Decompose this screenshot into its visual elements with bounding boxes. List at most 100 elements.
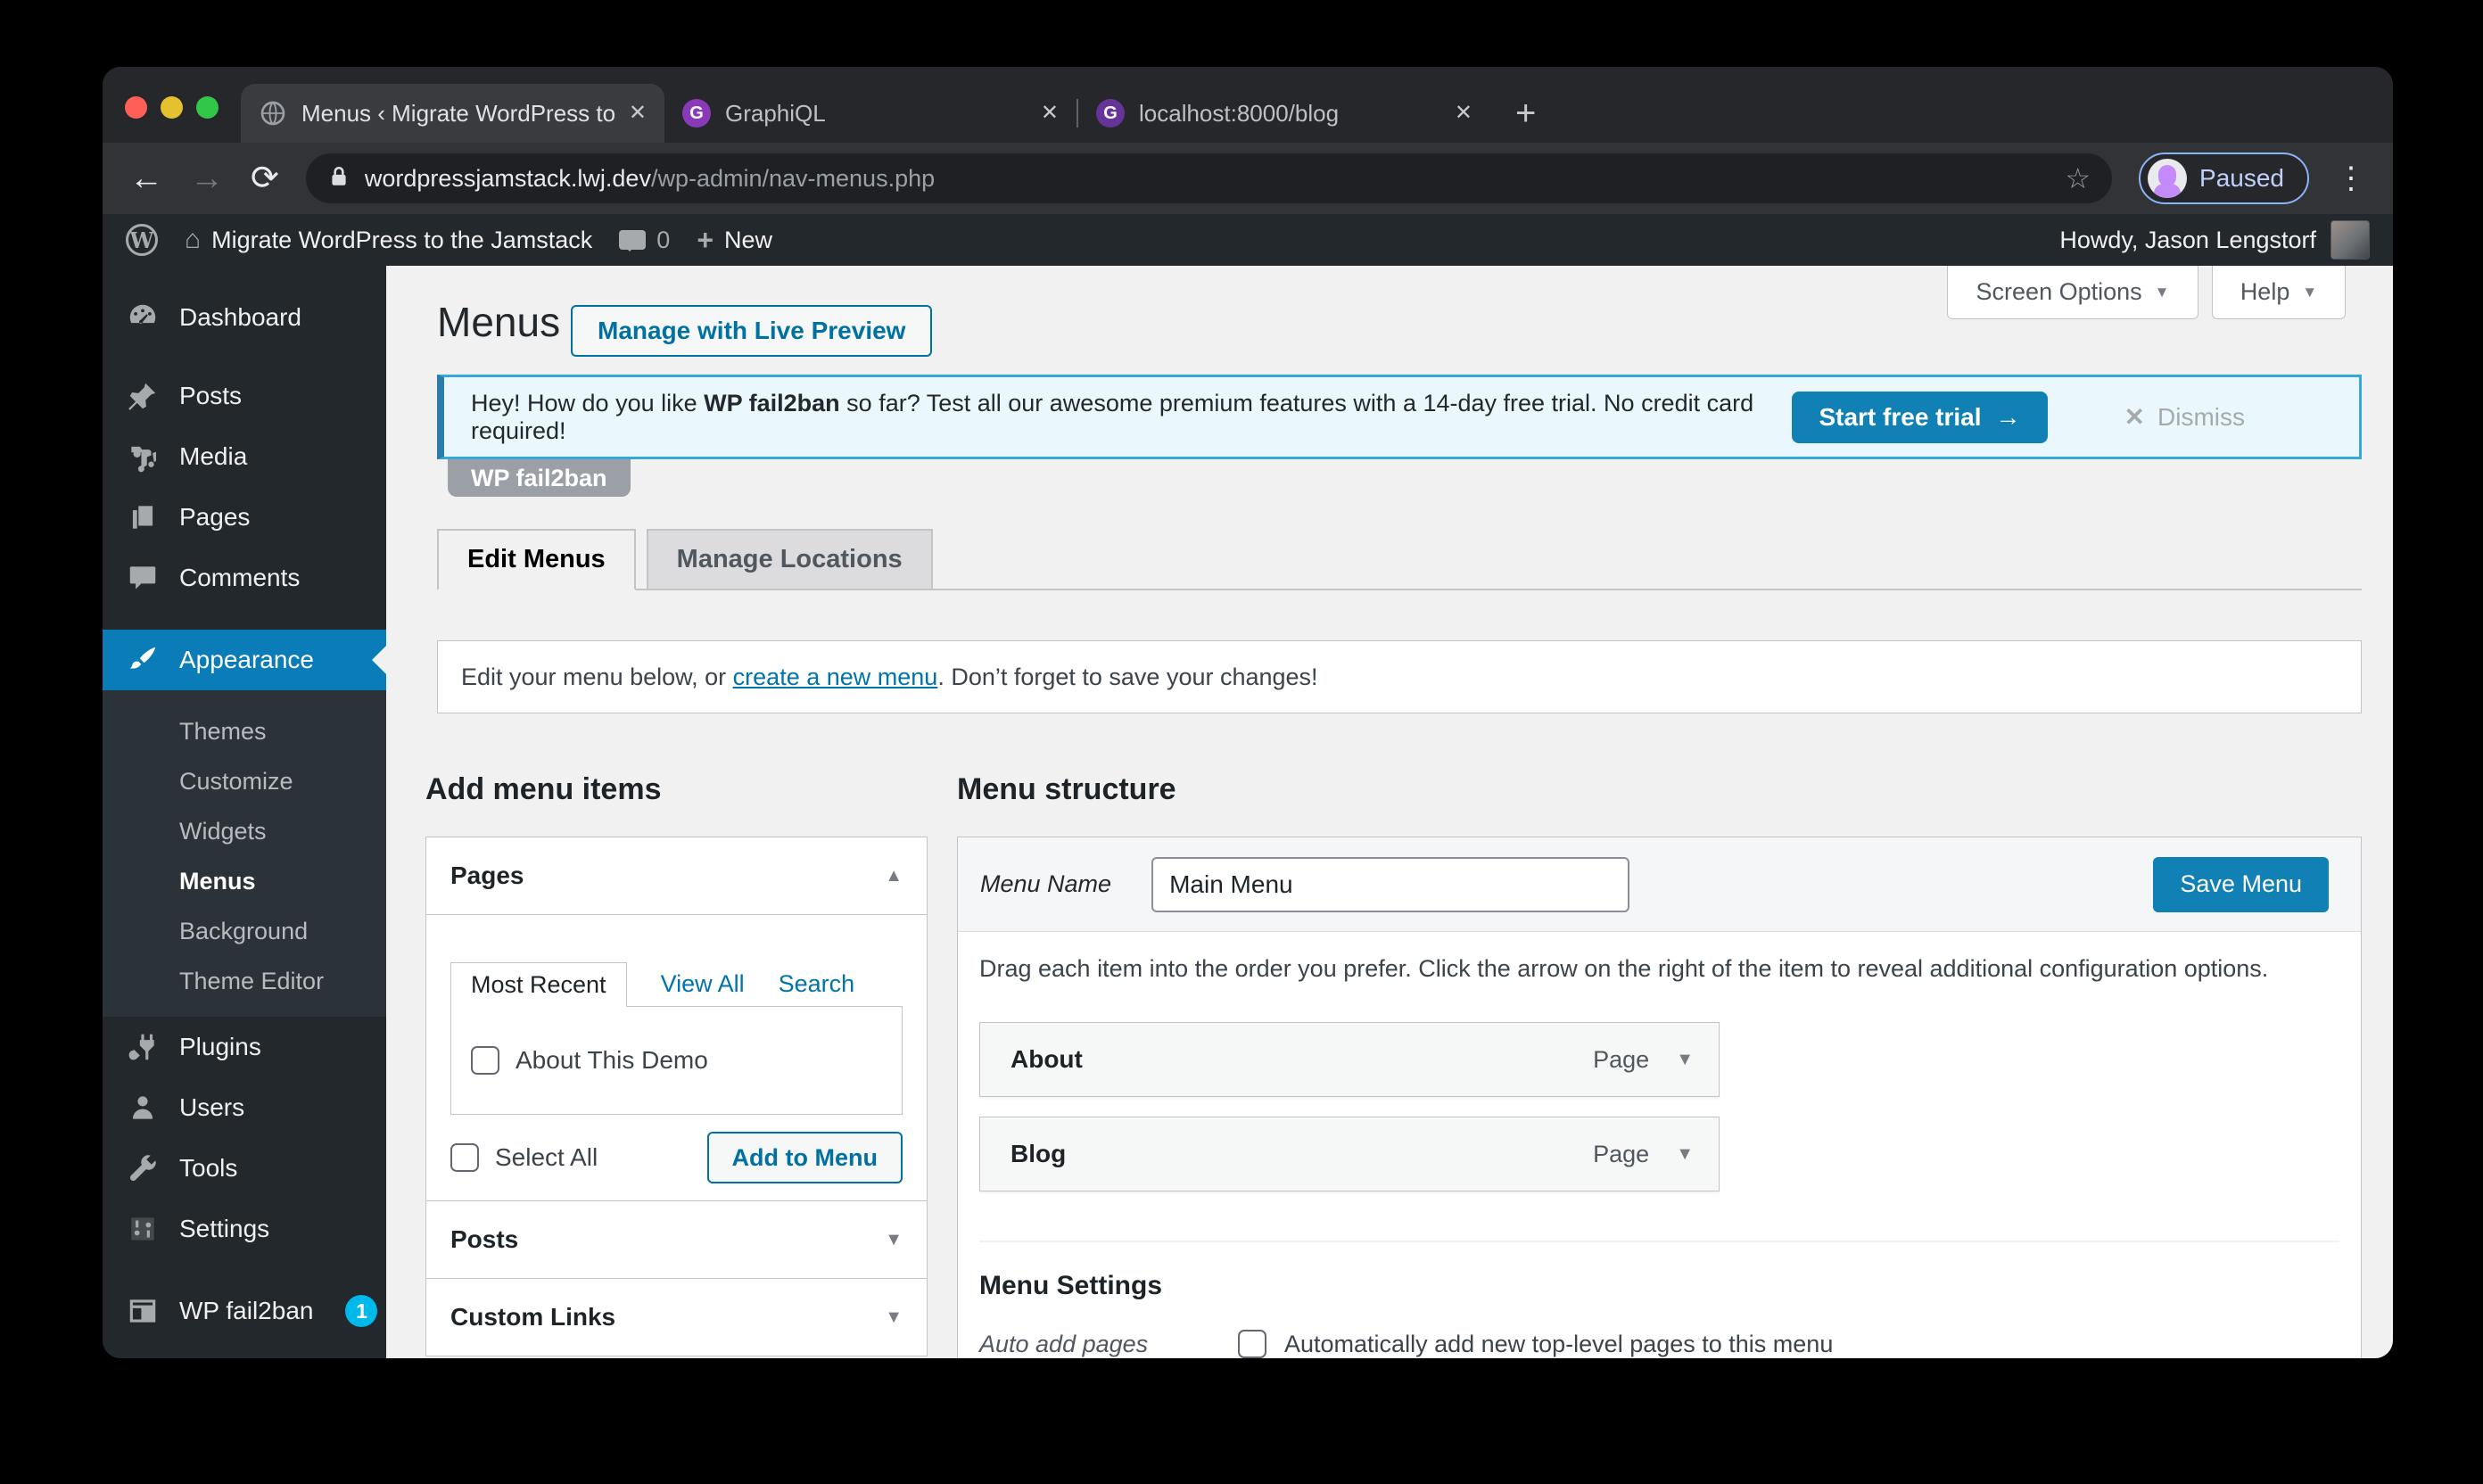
start-trial-label: Start free trial [1819,402,1982,431]
sidebar-item-dashboard[interactable]: Dashboard [103,287,386,348]
profile-paused-button[interactable]: Paused [2139,153,2309,204]
sidebar-item-settings[interactable]: Settings [103,1199,386,1259]
manage-live-preview-button[interactable]: Manage with Live Preview [571,305,933,357]
tab-wp-admin-menus[interactable]: Menus ‹ Migrate WordPress to ✕ [241,84,664,143]
wp-admin-sidebar: Dashboard Posts Media Pages Comments App… [103,266,386,1358]
close-icon: ✕ [2124,403,2145,431]
subtab-view-all[interactable]: View All [661,961,745,1006]
sidebar-item-comments[interactable]: Comments [103,548,386,608]
brush-icon [129,647,156,669]
sidebar-item-plugins[interactable]: Plugins [103,1017,386,1077]
browser-window: Menus ‹ Migrate WordPress to ✕ G GraphiQ… [103,67,2393,1358]
menu-item-about[interactable]: About Page ▼ [979,1022,1720,1097]
menu-item-type: Page [1593,1140,1650,1167]
maximize-window-button[interactable] [196,96,219,119]
address-bar[interactable]: wordpressjamstack.lwj.dev/wp-admin/nav-m… [305,153,2113,203]
sidebar-label: WP fail2ban [179,1297,314,1324]
submenu-item-widgets[interactable]: Widgets [103,806,386,856]
menu-name-input[interactable] [1151,856,1630,912]
pages-icon [132,506,153,529]
chevron-down-icon[interactable]: ▼ [1676,1050,1694,1070]
screen-options-button[interactable]: Screen Options ▼ [1947,266,2198,319]
save-menu-button[interactable]: Save Menu [2153,856,2329,912]
pages-accordion-label: Pages [450,862,524,889]
close-tab-icon[interactable]: ✕ [629,103,647,124]
reload-button[interactable]: ⟳ [251,161,279,195]
close-window-button[interactable] [125,96,147,119]
page-item-label: About This Demo [516,1046,708,1074]
submenu-item-menus[interactable]: Menus [103,856,386,906]
chevron-up-icon: ▲ [885,865,903,886]
start-free-trial-button[interactable]: Start free trial → [1792,391,2048,443]
select-all-label: Select All [495,1143,598,1171]
chevron-down-icon: ▼ [2154,283,2170,301]
menu-item-blog[interactable]: Blog Page ▼ [979,1117,1720,1191]
auto-add-pages-text: Automatically add new top-level pages to… [1284,1330,1834,1357]
sidebar-label: Posts [179,382,243,409]
add-menu-items-panel: Pages ▲ Most Recent View All Search Abou… [425,837,928,1356]
sidebar-item-pages[interactable]: Pages [103,487,386,548]
sidebar-item-media[interactable]: Media [103,426,386,487]
back-button[interactable]: ← [129,161,163,195]
posts-accordion-header[interactable]: Posts ▼ [426,1201,927,1278]
tab-edit-menus[interactable]: Edit Menus [437,529,636,590]
menu-settings-heading: Menu Settings [979,1271,1163,1300]
sidebar-item-tools[interactable]: Tools [103,1138,386,1199]
subtab-most-recent[interactable]: Most Recent [450,962,627,1007]
create-new-menu-link[interactable]: create a new menu [733,664,938,690]
submenu-item-customize[interactable]: Customize [103,756,386,806]
sidebar-label: Appearance [179,646,315,673]
page-item-checkbox[interactable] [471,1046,499,1075]
menu-name-bar: Menu Name Save Menu [958,837,2361,932]
select-all-checkbox[interactable] [450,1143,479,1172]
add-to-menu-button[interactable]: Add to Menu [706,1132,903,1183]
chevron-down-icon[interactable]: ▼ [1676,1144,1694,1165]
site-name-link[interactable]: ⌂ Migrate WordPress to the Jamstack [185,227,592,254]
subtab-search[interactable]: Search [779,961,855,1006]
update-count-badge: 1 [345,1295,378,1327]
close-tab-icon[interactable]: ✕ [1455,103,1472,124]
howdy-user-link[interactable]: Howdy, Jason Lengstorf [2059,227,2316,254]
url-host: wordpressjamstack.lwj.dev [364,164,651,192]
auto-add-pages-label: Auto add pages [979,1330,1149,1357]
pages-accordion-header[interactable]: Pages ▲ [426,837,927,914]
comment-icon [129,566,156,589]
forward-button[interactable]: → [190,161,224,195]
tab-manage-locations[interactable]: Manage Locations [646,529,933,590]
fail2ban-icon [129,1299,156,1323]
arrow-right-icon: → [1995,402,2021,431]
submenu-item-themes[interactable]: Themes [103,706,386,756]
globe-icon [259,99,287,128]
menus-nav-tabs: Edit Menus Manage Locations [437,529,2362,590]
chevron-down-icon: ▼ [885,1229,903,1249]
dismiss-notice-button[interactable]: ✕ Dismiss [2124,402,2245,432]
sidebar-item-wp-fail2ban[interactable]: WP fail2ban 1 [103,1281,386,1341]
user-icon [132,1096,153,1119]
custom-links-accordion-header[interactable]: Custom Links ▼ [426,1279,927,1356]
menu-structure-heading: Menu structure [957,772,1176,806]
wordpress-logo-icon[interactable]: W [126,224,158,256]
tab-localhost-blog[interactable]: G localhost:8000/blog ✕ [1078,84,1490,143]
tab-title: Menus ‹ Migrate WordPress to [301,99,615,127]
auto-add-pages-checkbox[interactable] [1238,1330,1266,1358]
new-tab-button[interactable]: + [1515,94,1536,134]
user-avatar[interactable] [2330,220,2370,260]
new-content-link[interactable]: + New [697,224,772,257]
plugin-icon [128,1034,154,1060]
browser-menu-button[interactable]: ⋮ [2336,161,2366,196]
minimize-window-button[interactable] [161,96,183,119]
tab-graphiql[interactable]: G GraphiQL ✕ [664,84,1077,143]
submenu-item-theme-editor[interactable]: Theme Editor [103,956,386,1006]
auto-add-pages-row: Auto add pages Automatically add new top… [979,1330,2339,1358]
submenu-item-background[interactable]: Background [103,906,386,956]
sidebar-item-users[interactable]: Users [103,1077,386,1138]
new-label: New [724,226,773,253]
sidebar-item-appearance[interactable]: Appearance [103,630,386,690]
close-tab-icon[interactable]: ✕ [1041,103,1059,124]
help-button[interactable]: Help ▼ [2212,266,2346,319]
tab-title: GraphiQL [725,99,826,127]
help-label: Help [2240,278,2290,305]
sidebar-item-posts[interactable]: Posts [103,366,386,426]
bookmark-star-icon[interactable]: ☆ [2065,161,2091,195]
comments-link[interactable]: 0 [619,227,670,254]
